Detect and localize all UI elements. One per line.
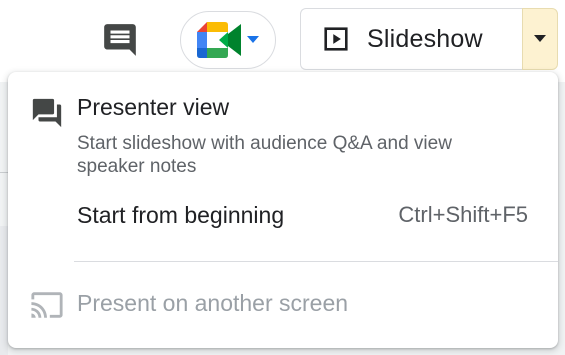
slideshow-label: Slideshow (367, 24, 483, 53)
meet-button[interactable] (180, 11, 276, 69)
caret-down-icon (247, 36, 259, 43)
comments-button[interactable] (96, 16, 144, 64)
presenter-view-icon (32, 98, 62, 128)
menu-divider (74, 261, 558, 262)
google-meet-icon (197, 22, 241, 58)
menu-item-title: Start from beginning (77, 202, 285, 228)
menu-item-presenter-view[interactable]: Presenter view Start slideshow with audi… (8, 92, 558, 182)
menu-item-title: Present on another screen (77, 290, 349, 316)
caret-down-icon (534, 35, 546, 42)
cast-icon (31, 292, 63, 318)
menu-item-description: Start slideshow with audience Q&A and vi… (77, 133, 452, 177)
canvas-edge (0, 172, 8, 173)
comment-icon (104, 24, 136, 56)
top-toolbar: Slideshow (0, 0, 565, 82)
keyboard-shortcut: Ctrl+Shift+F5 (398, 202, 528, 227)
play-square-icon (324, 27, 348, 51)
app-window: Slideshow Presenter view Start slideshow… (0, 0, 565, 355)
slideshow-menu: Presenter view Start slideshow with audi… (8, 72, 558, 348)
slideshow-button[interactable]: Slideshow (300, 8, 522, 70)
menu-item-start-from-beginning[interactable]: Start from beginning Ctrl+Shift+F5 (8, 190, 558, 240)
menu-item-present-on-another-screen: Present on another screen (8, 278, 558, 328)
slideshow-options-dropdown[interactable] (522, 8, 558, 70)
menu-item-title: Presenter view (77, 94, 230, 120)
canvas-panel (0, 226, 8, 355)
